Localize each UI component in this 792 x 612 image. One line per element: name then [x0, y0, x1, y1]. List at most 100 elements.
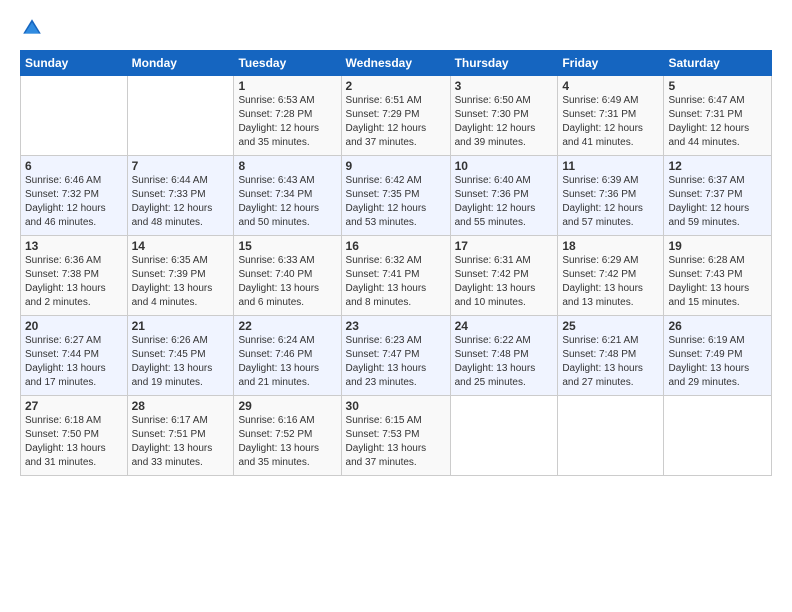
calendar-cell: 29Sunrise: 6:16 AMSunset: 7:52 PMDayligh… [234, 396, 341, 476]
day-info: Sunrise: 6:43 AMSunset: 7:34 PMDaylight:… [238, 174, 336, 230]
day-number: 10 [455, 159, 554, 173]
day-number: 12 [668, 159, 767, 173]
day-number: 20 [25, 319, 123, 333]
day-number: 11 [562, 159, 659, 173]
calendar-cell: 1Sunrise: 6:53 AMSunset: 7:28 PMDaylight… [234, 76, 341, 156]
day-info: Sunrise: 6:50 AMSunset: 7:30 PMDaylight:… [455, 94, 554, 150]
header [20, 16, 772, 40]
day-info: Sunrise: 6:24 AMSunset: 7:46 PMDaylight:… [238, 334, 336, 390]
day-number: 25 [562, 319, 659, 333]
day-info: Sunrise: 6:15 AMSunset: 7:53 PMDaylight:… [346, 414, 446, 470]
calendar-week-1: 1Sunrise: 6:53 AMSunset: 7:28 PMDaylight… [21, 76, 772, 156]
day-number: 2 [346, 79, 446, 93]
day-info: Sunrise: 6:36 AMSunset: 7:38 PMDaylight:… [25, 254, 123, 310]
calendar-cell [450, 396, 558, 476]
day-info: Sunrise: 6:47 AMSunset: 7:31 PMDaylight:… [668, 94, 767, 150]
day-info: Sunrise: 6:37 AMSunset: 7:37 PMDaylight:… [668, 174, 767, 230]
calendar-cell: 11Sunrise: 6:39 AMSunset: 7:36 PMDayligh… [558, 156, 664, 236]
day-info: Sunrise: 6:51 AMSunset: 7:29 PMDaylight:… [346, 94, 446, 150]
calendar-cell: 2Sunrise: 6:51 AMSunset: 7:29 PMDaylight… [341, 76, 450, 156]
day-number: 29 [238, 399, 336, 413]
day-number: 27 [25, 399, 123, 413]
day-number: 1 [238, 79, 336, 93]
day-number: 17 [455, 239, 554, 253]
calendar-header-wednesday: Wednesday [341, 51, 450, 76]
calendar-header-row: SundayMondayTuesdayWednesdayThursdayFrid… [21, 51, 772, 76]
day-number: 22 [238, 319, 336, 333]
calendar-cell [664, 396, 772, 476]
calendar-table: SundayMondayTuesdayWednesdayThursdayFrid… [20, 50, 772, 476]
day-number: 3 [455, 79, 554, 93]
calendar-header-saturday: Saturday [664, 51, 772, 76]
day-number: 16 [346, 239, 446, 253]
logo [20, 16, 48, 40]
day-info: Sunrise: 6:26 AMSunset: 7:45 PMDaylight:… [132, 334, 230, 390]
day-info: Sunrise: 6:32 AMSunset: 7:41 PMDaylight:… [346, 254, 446, 310]
calendar-week-3: 13Sunrise: 6:36 AMSunset: 7:38 PMDayligh… [21, 236, 772, 316]
calendar-cell: 7Sunrise: 6:44 AMSunset: 7:33 PMDaylight… [127, 156, 234, 236]
day-number: 23 [346, 319, 446, 333]
day-info: Sunrise: 6:19 AMSunset: 7:49 PMDaylight:… [668, 334, 767, 390]
calendar-cell: 20Sunrise: 6:27 AMSunset: 7:44 PMDayligh… [21, 316, 128, 396]
calendar-cell: 24Sunrise: 6:22 AMSunset: 7:48 PMDayligh… [450, 316, 558, 396]
day-number: 19 [668, 239, 767, 253]
calendar-cell: 15Sunrise: 6:33 AMSunset: 7:40 PMDayligh… [234, 236, 341, 316]
day-info: Sunrise: 6:17 AMSunset: 7:51 PMDaylight:… [132, 414, 230, 470]
calendar-header-thursday: Thursday [450, 51, 558, 76]
calendar-cell: 27Sunrise: 6:18 AMSunset: 7:50 PMDayligh… [21, 396, 128, 476]
day-info: Sunrise: 6:39 AMSunset: 7:36 PMDaylight:… [562, 174, 659, 230]
calendar-cell: 19Sunrise: 6:28 AMSunset: 7:43 PMDayligh… [664, 236, 772, 316]
calendar-cell: 13Sunrise: 6:36 AMSunset: 7:38 PMDayligh… [21, 236, 128, 316]
day-number: 9 [346, 159, 446, 173]
day-info: Sunrise: 6:29 AMSunset: 7:42 PMDaylight:… [562, 254, 659, 310]
calendar-cell: 10Sunrise: 6:40 AMSunset: 7:36 PMDayligh… [450, 156, 558, 236]
day-number: 6 [25, 159, 123, 173]
day-info: Sunrise: 6:49 AMSunset: 7:31 PMDaylight:… [562, 94, 659, 150]
calendar-cell: 16Sunrise: 6:32 AMSunset: 7:41 PMDayligh… [341, 236, 450, 316]
calendar-cell: 8Sunrise: 6:43 AMSunset: 7:34 PMDaylight… [234, 156, 341, 236]
day-number: 14 [132, 239, 230, 253]
calendar-header-friday: Friday [558, 51, 664, 76]
logo-icon [20, 16, 44, 40]
calendar-header-monday: Monday [127, 51, 234, 76]
day-number: 8 [238, 159, 336, 173]
day-info: Sunrise: 6:22 AMSunset: 7:48 PMDaylight:… [455, 334, 554, 390]
calendar-cell: 21Sunrise: 6:26 AMSunset: 7:45 PMDayligh… [127, 316, 234, 396]
day-number: 28 [132, 399, 230, 413]
day-number: 4 [562, 79, 659, 93]
day-info: Sunrise: 6:31 AMSunset: 7:42 PMDaylight:… [455, 254, 554, 310]
calendar-cell [21, 76, 128, 156]
calendar-cell: 22Sunrise: 6:24 AMSunset: 7:46 PMDayligh… [234, 316, 341, 396]
day-info: Sunrise: 6:16 AMSunset: 7:52 PMDaylight:… [238, 414, 336, 470]
calendar-cell [558, 396, 664, 476]
day-info: Sunrise: 6:18 AMSunset: 7:50 PMDaylight:… [25, 414, 123, 470]
calendar-cell: 28Sunrise: 6:17 AMSunset: 7:51 PMDayligh… [127, 396, 234, 476]
calendar-cell: 25Sunrise: 6:21 AMSunset: 7:48 PMDayligh… [558, 316, 664, 396]
calendar-cell: 9Sunrise: 6:42 AMSunset: 7:35 PMDaylight… [341, 156, 450, 236]
calendar-cell: 12Sunrise: 6:37 AMSunset: 7:37 PMDayligh… [664, 156, 772, 236]
day-info: Sunrise: 6:23 AMSunset: 7:47 PMDaylight:… [346, 334, 446, 390]
day-info: Sunrise: 6:35 AMSunset: 7:39 PMDaylight:… [132, 254, 230, 310]
day-number: 24 [455, 319, 554, 333]
calendar-cell: 30Sunrise: 6:15 AMSunset: 7:53 PMDayligh… [341, 396, 450, 476]
day-info: Sunrise: 6:27 AMSunset: 7:44 PMDaylight:… [25, 334, 123, 390]
calendar-cell: 5Sunrise: 6:47 AMSunset: 7:31 PMDaylight… [664, 76, 772, 156]
day-number: 13 [25, 239, 123, 253]
calendar-cell: 23Sunrise: 6:23 AMSunset: 7:47 PMDayligh… [341, 316, 450, 396]
calendar-cell: 6Sunrise: 6:46 AMSunset: 7:32 PMDaylight… [21, 156, 128, 236]
calendar-header-sunday: Sunday [21, 51, 128, 76]
day-info: Sunrise: 6:53 AMSunset: 7:28 PMDaylight:… [238, 94, 336, 150]
day-number: 26 [668, 319, 767, 333]
day-info: Sunrise: 6:40 AMSunset: 7:36 PMDaylight:… [455, 174, 554, 230]
calendar-cell: 17Sunrise: 6:31 AMSunset: 7:42 PMDayligh… [450, 236, 558, 316]
day-number: 18 [562, 239, 659, 253]
day-number: 7 [132, 159, 230, 173]
day-info: Sunrise: 6:28 AMSunset: 7:43 PMDaylight:… [668, 254, 767, 310]
day-info: Sunrise: 6:21 AMSunset: 7:48 PMDaylight:… [562, 334, 659, 390]
day-info: Sunrise: 6:33 AMSunset: 7:40 PMDaylight:… [238, 254, 336, 310]
day-info: Sunrise: 6:44 AMSunset: 7:33 PMDaylight:… [132, 174, 230, 230]
day-number: 5 [668, 79, 767, 93]
calendar-header-tuesday: Tuesday [234, 51, 341, 76]
calendar-cell: 14Sunrise: 6:35 AMSunset: 7:39 PMDayligh… [127, 236, 234, 316]
calendar-week-2: 6Sunrise: 6:46 AMSunset: 7:32 PMDaylight… [21, 156, 772, 236]
